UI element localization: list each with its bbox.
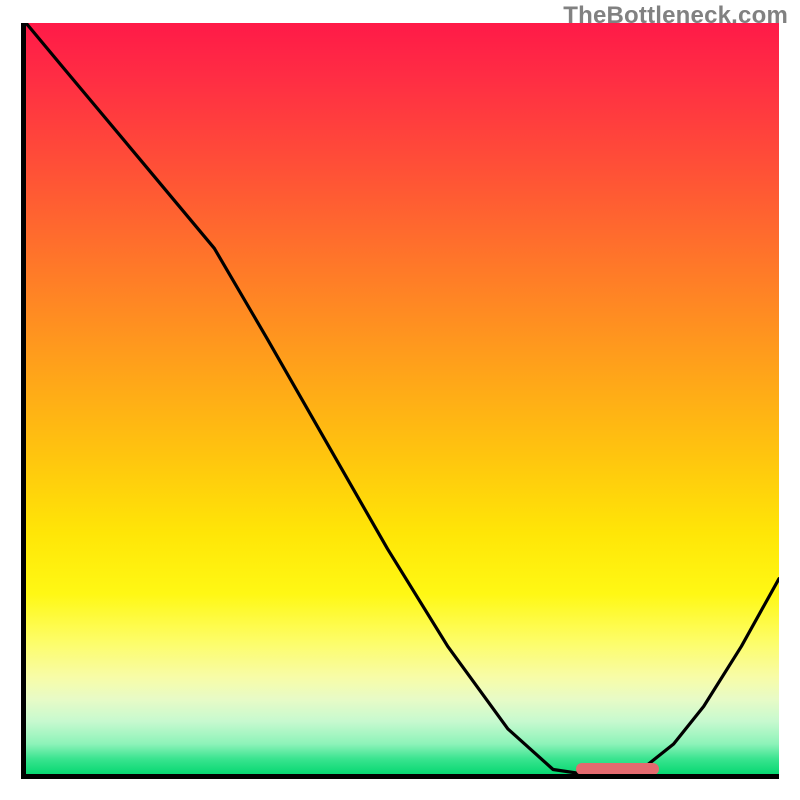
chart-canvas: TheBottleneck.com — [0, 0, 800, 800]
watermark-text: TheBottleneck.com — [563, 2, 788, 30]
axes-frame — [21, 23, 779, 779]
